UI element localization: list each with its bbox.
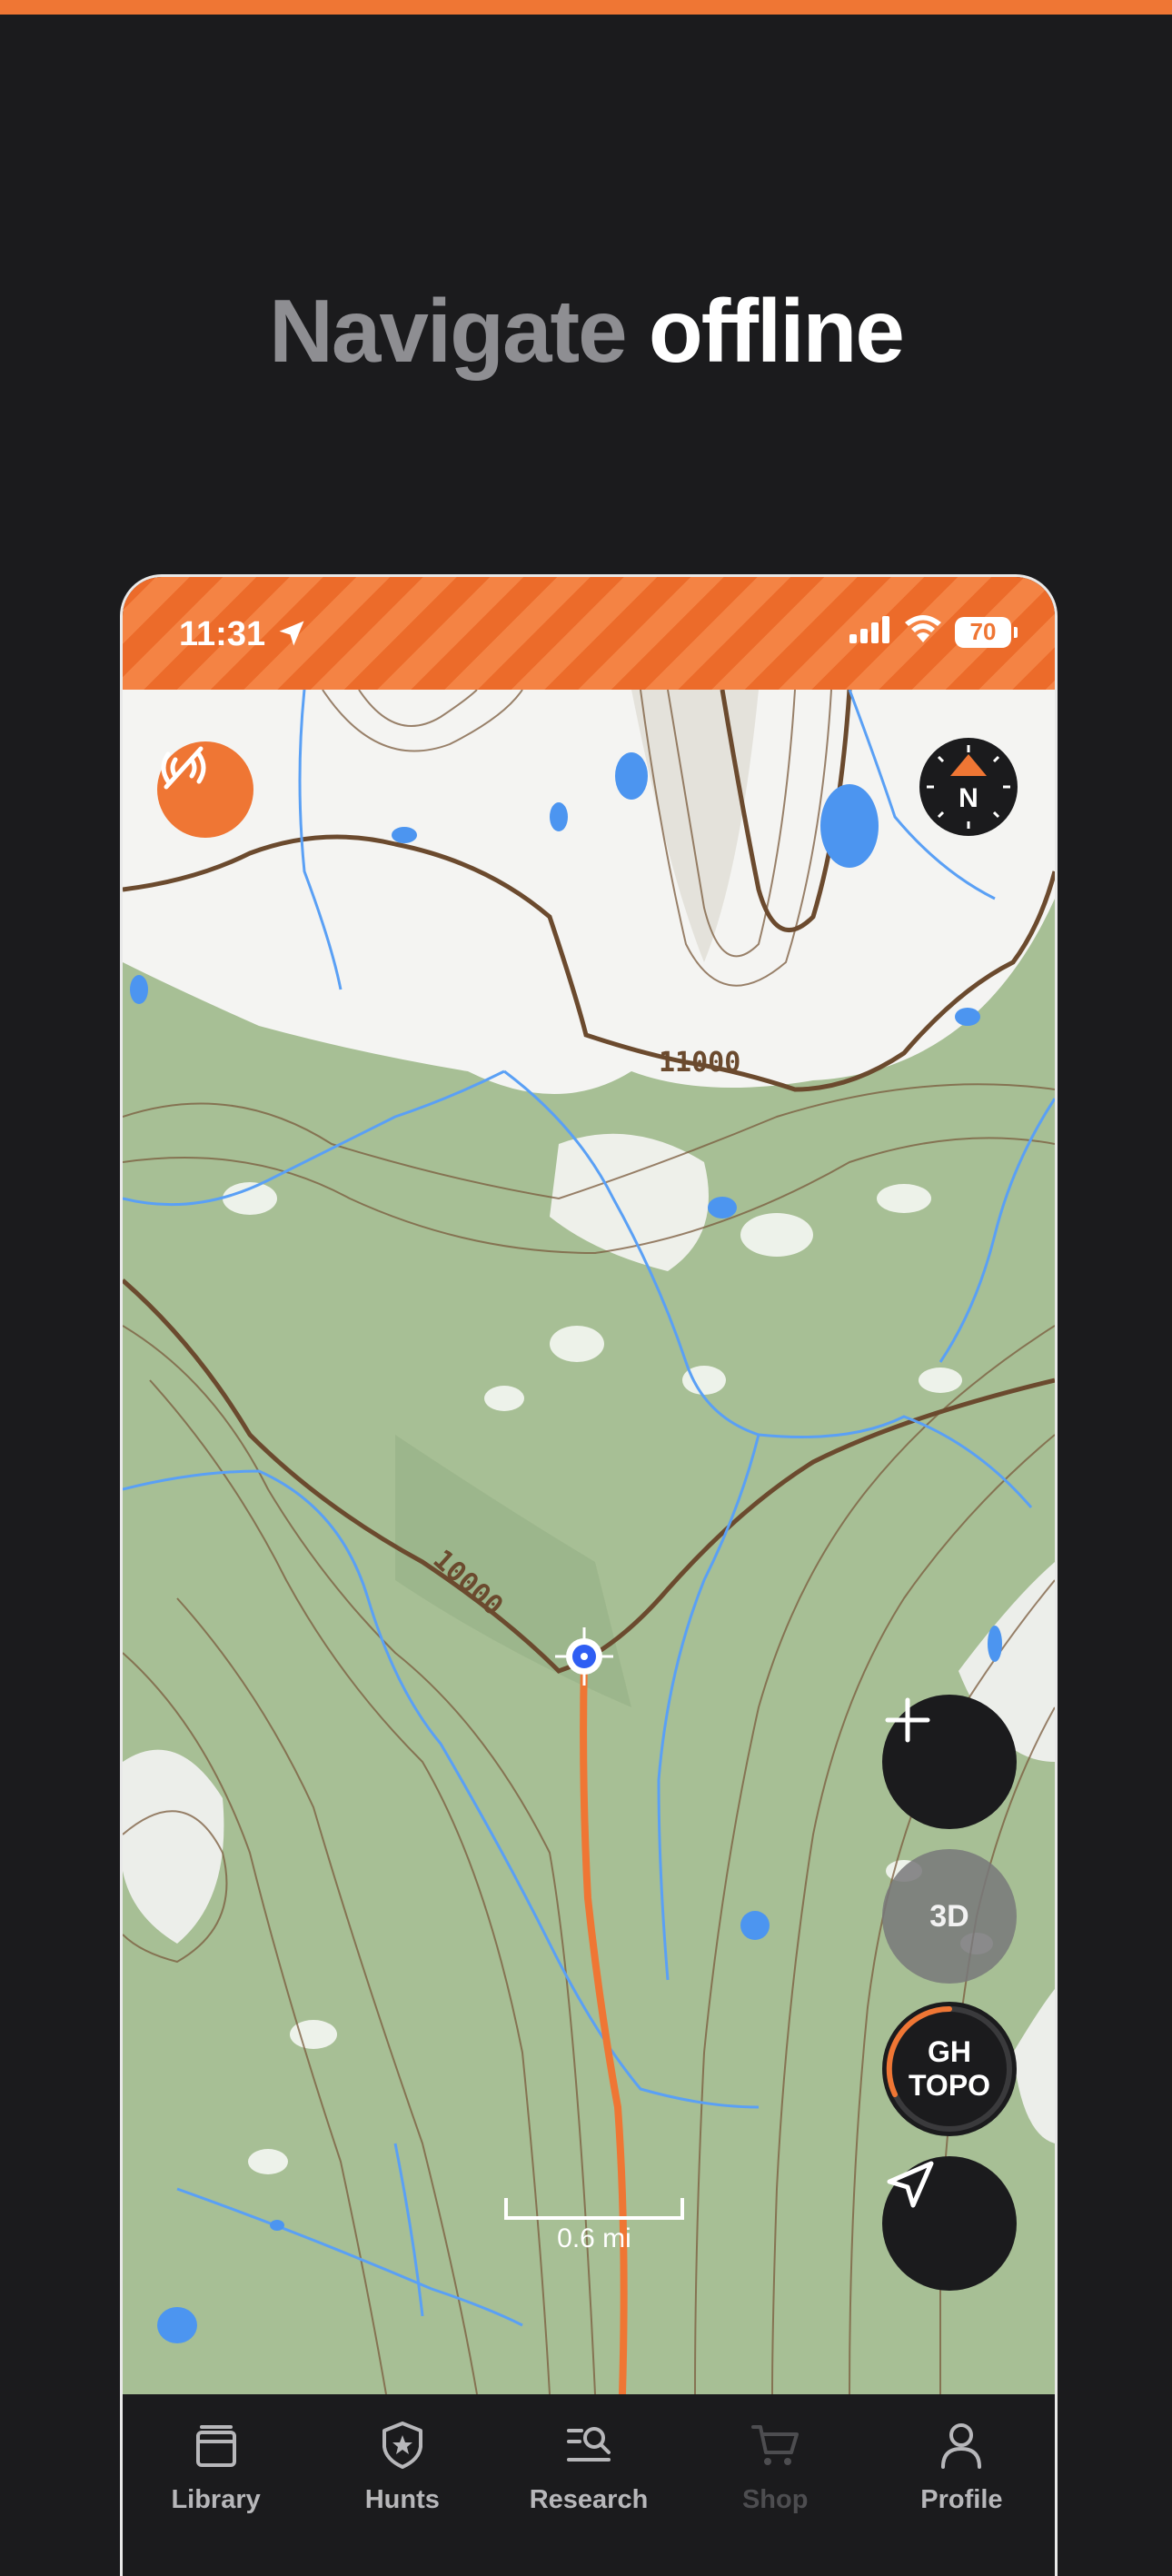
tab-research-label: Research — [529, 2485, 649, 2514]
cart-icon — [751, 2425, 800, 2465]
location-arrow-icon — [275, 617, 308, 654]
topo-map[interactable]: 11000 10000 N 3D GH TOPO 0.6 mi — [123, 690, 1055, 2394]
offline-signal-icon — [161, 746, 206, 790]
compass-button[interactable]: N — [919, 738, 1018, 836]
tab-shop-label: Shop — [741, 2485, 809, 2514]
three-d-label: 3D — [929, 1898, 969, 1934]
offline-mode-button[interactable] — [157, 741, 253, 838]
tab-profile[interactable]: Profile — [869, 2394, 1055, 2576]
tab-research[interactable]: Research — [495, 2394, 681, 2576]
contour-label-11000: 11000 — [659, 1047, 740, 1079]
map-layer-button[interactable]: GH TOPO — [882, 2002, 1017, 2136]
page-headline: Navigate offline — [0, 280, 1172, 383]
map-scale-bar — [504, 2198, 684, 2220]
battery-indicator: 70 — [955, 616, 1018, 648]
hunts-badge-icon — [382, 2422, 422, 2469]
cellular-signal-icon — [849, 616, 891, 648]
plus-icon — [885, 1697, 930, 1743]
tab-hunts[interactable]: Hunts — [309, 2394, 495, 2576]
headline-part-1: Navigate — [269, 281, 628, 381]
compass-north-label: N — [958, 783, 978, 813]
tab-shop[interactable]: Shop — [682, 2394, 869, 2576]
tab-library-label: Library — [171, 2485, 261, 2514]
research-icon — [567, 2427, 611, 2462]
navigation-arrow-icon — [887, 2161, 934, 2208]
library-icon — [195, 2425, 236, 2467]
status-bar: 11:31 70 — [123, 577, 1055, 690]
tab-hunts-label: Hunts — [364, 2485, 440, 2514]
map-scale-label: 0.6 mi — [557, 2223, 631, 2253]
headline-part-2: offline — [648, 281, 905, 381]
zoom-in-button[interactable] — [882, 1695, 1017, 1829]
tab-library[interactable]: Library — [123, 2394, 309, 2576]
locate-me-button[interactable] — [882, 2156, 1017, 2291]
wifi-icon — [904, 615, 942, 649]
top-accent-bar — [0, 0, 1172, 15]
profile-icon — [941, 2423, 982, 2469]
three-d-toggle-button[interactable]: 3D — [882, 1849, 1017, 1984]
tab-profile-label: Profile — [920, 2485, 1003, 2514]
status-time: 11:31 — [179, 615, 266, 653]
bottom-tab-bar: Library Hunts Research Shop Profile — [123, 2394, 1055, 2576]
phone-frame: 11:31 70 11000 10000 N 3D GH TOPO 0.6 mi… — [120, 574, 1058, 2576]
layer-progress-ring — [886, 2005, 1012, 2132]
map-canvas: 11000 10000 — [123, 690, 1055, 2394]
